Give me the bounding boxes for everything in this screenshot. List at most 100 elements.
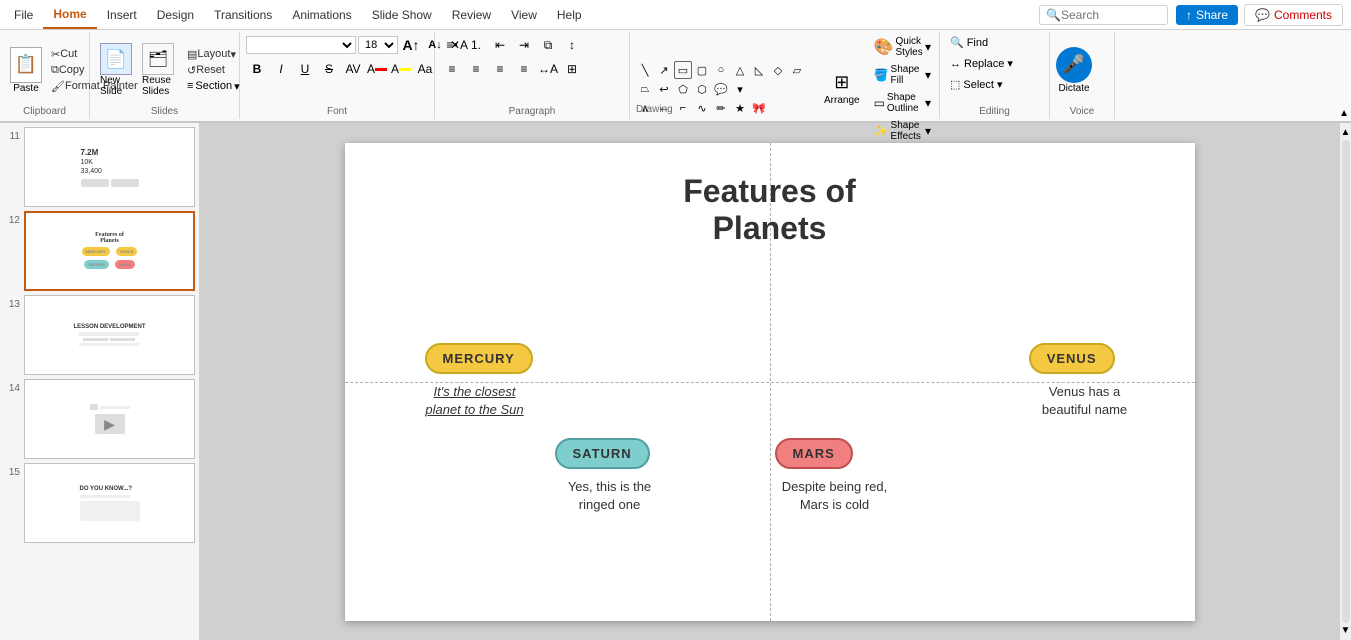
- dictate-button[interactable]: 🎤 Dictate: [1056, 47, 1092, 94]
- voice-group: 🎤 Dictate Voice: [1050, 32, 1115, 119]
- tab-view[interactable]: View: [501, 0, 547, 29]
- tab-home[interactable]: Home: [43, 0, 96, 29]
- new-slide-button[interactable]: 📄 New Slide: [96, 41, 136, 99]
- section-dropdown-icon: ▾: [234, 80, 240, 93]
- ribbon-collapse-button[interactable]: ▲: [1337, 106, 1351, 121]
- scroll-up-button[interactable]: ▲: [1341, 127, 1351, 138]
- bold-button[interactable]: B: [246, 58, 268, 80]
- arrange-button[interactable]: ⊞ Arrange: [820, 70, 864, 108]
- slide-thumbnail-14[interactable]: 14 ▶: [4, 379, 195, 459]
- find-button[interactable]: 🔍 Find: [946, 34, 992, 51]
- convert-button[interactable]: ⊞: [561, 58, 583, 80]
- tab-transitions[interactable]: Transitions: [204, 0, 282, 29]
- mars-label[interactable]: MARS: [775, 438, 853, 469]
- shape-curved-arrow[interactable]: ↩: [655, 80, 673, 98]
- shape-pentagon[interactable]: ⬠: [674, 80, 692, 98]
- text-direction-button[interactable]: ↔A: [537, 58, 559, 80]
- paste-icon: 📋: [10, 47, 42, 83]
- right-scrollbar[interactable]: ▲ ▼: [1339, 123, 1351, 640]
- bullets-button[interactable]: ≡•: [441, 34, 463, 56]
- columns-button[interactable]: ⧉: [537, 34, 559, 56]
- scroll-down-button[interactable]: ▼: [1341, 625, 1351, 636]
- replace-button[interactable]: ↔ Replace ▾: [946, 55, 1017, 72]
- search-box[interactable]: 🔍: [1039, 5, 1168, 25]
- shape-arrow[interactable]: ↗: [655, 61, 673, 79]
- tab-design[interactable]: Design: [147, 0, 204, 29]
- scroll-thumb[interactable]: [1342, 140, 1350, 623]
- shape-star[interactable]: ★: [731, 99, 749, 117]
- venus-label[interactable]: VENUS: [1029, 343, 1115, 374]
- decrease-indent-button[interactable]: ⇤: [489, 34, 511, 56]
- shape-callout[interactable]: 💬: [712, 80, 730, 98]
- share-button[interactable]: ↑ Share: [1176, 5, 1238, 25]
- quick-styles-button[interactable]: 🎨 Quick Styles ▾: [872, 34, 933, 60]
- shape-parallelogram[interactable]: ▱: [788, 61, 806, 79]
- select-button[interactable]: ⬚ Select ▾: [946, 76, 1007, 93]
- font-group: 18 A↑ A↓ ✕A B I U S AV A A Aa Font: [240, 32, 435, 119]
- shape-rounded-rect[interactable]: ▢: [693, 61, 711, 79]
- saturn-description[interactable]: Yes, this is the ringed one: [540, 478, 680, 514]
- section-button[interactable]: ≡ Section ▾: [184, 79, 243, 94]
- saturn-label[interactable]: SATURN: [555, 438, 650, 469]
- tab-review[interactable]: Review: [442, 0, 501, 29]
- change-case-button[interactable]: Aa: [414, 58, 436, 80]
- shape-curve[interactable]: ∿: [693, 99, 711, 117]
- shape-trap[interactable]: ⏢: [636, 80, 654, 98]
- slide-thumbnail-11[interactable]: 11 7.2M 10K 33,400: [4, 127, 195, 207]
- mercury-label[interactable]: MERCURY: [425, 343, 533, 374]
- numbering-button[interactable]: 1.: [465, 34, 487, 56]
- justify-button[interactable]: ≡: [513, 58, 535, 80]
- underline-button[interactable]: U: [294, 58, 316, 80]
- shape-effects-button[interactable]: ✨ Shape Effects ▾: [872, 118, 933, 144]
- paste-button[interactable]: 📋 Paste: [6, 45, 46, 96]
- mercury-description[interactable]: It's the closest planet to the Sun: [405, 383, 545, 419]
- shape-more[interactable]: ▾: [731, 80, 749, 98]
- tab-file[interactable]: File: [4, 0, 43, 29]
- slide-thumb-img-15: DO YOU KNOW...?: [24, 463, 195, 543]
- reuse-slides-button[interactable]: 🗂 Reuse Slides: [138, 41, 178, 99]
- font-name-select[interactable]: [246, 36, 356, 54]
- venus-description[interactable]: Venus has a beautiful name: [1015, 383, 1155, 419]
- mars-description[interactable]: Despite being red, Mars is cold: [765, 478, 905, 514]
- replace-dropdown-icon: ▾: [1007, 57, 1013, 70]
- shape-outline-button[interactable]: ▭ Shape Outline ▾: [872, 90, 933, 116]
- increase-indent-button[interactable]: ⇥: [513, 34, 535, 56]
- slide-title[interactable]: Features of Planets: [683, 173, 855, 247]
- layout-button[interactable]: ▤ Layout ▾: [184, 47, 243, 62]
- slide-thumbnail-13[interactable]: 13 LESSON DEVELOPMENT: [4, 295, 195, 375]
- shape-line[interactable]: ╲: [636, 61, 654, 79]
- font-size-select[interactable]: 18: [358, 36, 398, 54]
- align-right-button[interactable]: ≡: [489, 58, 511, 80]
- shape-right-triangle[interactable]: ◺: [750, 61, 768, 79]
- shape-connector[interactable]: ⌐: [674, 99, 692, 117]
- align-left-button[interactable]: ≡: [441, 58, 463, 80]
- tab-slideshow[interactable]: Slide Show: [362, 0, 442, 29]
- slide-canvas[interactable]: Features of Planets MERCURY It's the clo…: [345, 143, 1195, 621]
- slide-thumbnail-15[interactable]: 15 DO YOU KNOW...?: [4, 463, 195, 543]
- shape-scribble[interactable]: ✏: [712, 99, 730, 117]
- comments-icon: 💬: [1255, 8, 1270, 22]
- shape-circle[interactable]: ○: [712, 61, 730, 79]
- shape-triangle[interactable]: △: [731, 61, 749, 79]
- comments-button[interactable]: 💬 Comments: [1244, 4, 1343, 26]
- shape-ribbon[interactable]: 🎀: [750, 99, 768, 117]
- char-spacing-button[interactable]: AV: [342, 58, 364, 80]
- strikethrough-button[interactable]: S: [318, 58, 340, 80]
- tab-help[interactable]: Help: [547, 0, 592, 29]
- highlight-button[interactable]: A: [390, 58, 412, 80]
- clipboard-group: 📋 Paste ✂ Cut ⧉ Copy 🖌 Format Painter: [0, 32, 90, 119]
- font-color-button[interactable]: A: [366, 58, 388, 80]
- shape-rect[interactable]: ▭: [674, 61, 692, 79]
- tab-insert[interactable]: Insert: [97, 0, 147, 29]
- shape-hexagon[interactable]: ⬡: [693, 80, 711, 98]
- slide-thumbnail-12[interactable]: 12 Features ofPlanets MERCURY VENUS SATU…: [4, 211, 195, 291]
- increase-font-button[interactable]: A↑: [400, 34, 422, 56]
- shape-diamond[interactable]: ◇: [769, 61, 787, 79]
- search-input[interactable]: [1061, 8, 1161, 22]
- line-spacing-button[interactable]: ↕: [561, 34, 583, 56]
- align-center-button[interactable]: ≡: [465, 58, 487, 80]
- reset-button[interactable]: ↺ Reset: [184, 63, 243, 78]
- italic-button[interactable]: I: [270, 58, 292, 80]
- shape-fill-button[interactable]: 🪣 Shape Fill ▾: [872, 62, 933, 88]
- tab-animations[interactable]: Animations: [282, 0, 361, 29]
